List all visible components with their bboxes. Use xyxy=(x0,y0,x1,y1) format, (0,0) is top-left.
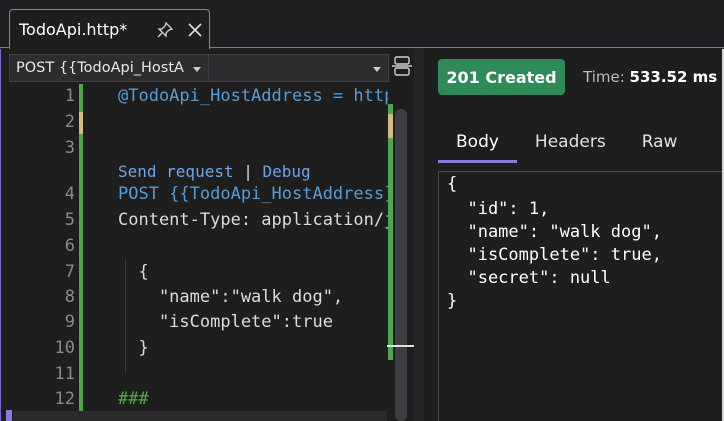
json-line: } xyxy=(447,291,458,311)
scrollbar-caret-marker xyxy=(387,345,415,347)
code-line[interactable]: Content-Type: application/json xyxy=(118,210,388,230)
tab-todoapi-http[interactable]: TodoApi.http* xyxy=(9,9,210,49)
line-number: 6 xyxy=(64,236,75,256)
code-line[interactable]: @TodoApi_HostAddress = http://localhost:… xyxy=(118,86,388,106)
change-indicator xyxy=(79,84,83,112)
split-editor-icon[interactable] xyxy=(391,53,413,79)
request-selector-dropdown[interactable]: POST {{TodoApi_HostAddress}}/todoitems xyxy=(9,54,209,82)
json-line: "id": 1, xyxy=(447,199,550,219)
code-line[interactable]: ### xyxy=(118,389,388,409)
tab-title: TodoApi.http* xyxy=(19,20,128,39)
close-icon[interactable] xyxy=(185,20,205,40)
scrollbar-change-marker xyxy=(388,104,393,114)
tab-headers[interactable]: Headers xyxy=(517,127,624,163)
codelens-separator: | xyxy=(243,162,253,181)
change-indicator xyxy=(79,134,83,421)
line-number: 7 xyxy=(64,262,75,282)
line-number: 2 xyxy=(64,112,75,132)
vertical-scrollbar[interactable] xyxy=(395,109,407,421)
response-pane: 201 Created Time: 533.52 ms Body Headers… xyxy=(424,49,724,421)
code-line[interactable]: { xyxy=(118,262,388,282)
line-number: 3 xyxy=(64,138,75,158)
json-line: "secret": null xyxy=(447,268,611,288)
chevron-down-icon xyxy=(373,67,381,72)
indent-guide xyxy=(125,259,126,373)
scrollbar-modified-marker xyxy=(388,114,393,138)
tab-body[interactable]: Body xyxy=(438,127,517,163)
json-line: "isComplete": true, xyxy=(447,245,662,265)
tab-raw[interactable]: Raw xyxy=(624,127,696,163)
codelens: Send request | Debug xyxy=(118,162,311,181)
line-number: 1 xyxy=(64,86,75,106)
send-request-link[interactable]: Send request xyxy=(118,162,234,181)
http-editor[interactable]: POST {{TodoApi_HostAddress}}/todoitems 1… xyxy=(0,49,415,421)
time-label: Time: xyxy=(583,68,625,86)
response-body[interactable]: { "id": 1, "name": "walk dog", "isComple… xyxy=(438,171,724,421)
response-tabs: Body Headers Raw xyxy=(438,127,695,163)
line-number: 11 xyxy=(54,364,75,384)
document-tab-strip: TodoApi.http* xyxy=(0,0,724,49)
pin-icon[interactable] xyxy=(156,21,174,39)
debug-link[interactable]: Debug xyxy=(263,162,311,181)
line-number: 9 xyxy=(64,312,75,332)
json-line: { xyxy=(447,174,458,194)
horizontal-scroll-indicator xyxy=(6,410,12,421)
response-time: Time: 533.52 ms xyxy=(583,68,717,86)
code-line[interactable]: "isComplete":true xyxy=(118,312,388,332)
member-selector-dropdown[interactable] xyxy=(209,54,389,82)
status-badge: 201 Created xyxy=(438,59,565,95)
code-line[interactable]: } xyxy=(118,338,388,358)
line-number: 10 xyxy=(54,338,75,358)
chevron-down-icon xyxy=(193,67,201,72)
code-line[interactable]: "name":"walk dog", xyxy=(118,287,388,307)
request-selector-value: POST {{TodoApi_HostAddress}}/todoitems xyxy=(16,60,184,76)
json-line: "name": "walk dog", xyxy=(447,222,662,242)
code-line[interactable]: POST {{TodoApi_HostAddress}}/todoitems xyxy=(118,184,388,204)
line-number: 4 xyxy=(64,184,75,204)
time-value: 533.52 ms xyxy=(629,68,718,86)
scrollbar-change-marker xyxy=(388,138,393,360)
change-indicator-modified xyxy=(79,112,83,134)
horizontal-scrollbar[interactable] xyxy=(13,411,387,421)
line-number: 5 xyxy=(64,210,75,230)
pane-splitter[interactable] xyxy=(414,49,424,421)
line-number: 8 xyxy=(64,287,75,307)
line-number: 12 xyxy=(54,389,75,409)
request-selector-row: POST {{TodoApi_HostAddress}}/todoitems xyxy=(9,54,389,82)
